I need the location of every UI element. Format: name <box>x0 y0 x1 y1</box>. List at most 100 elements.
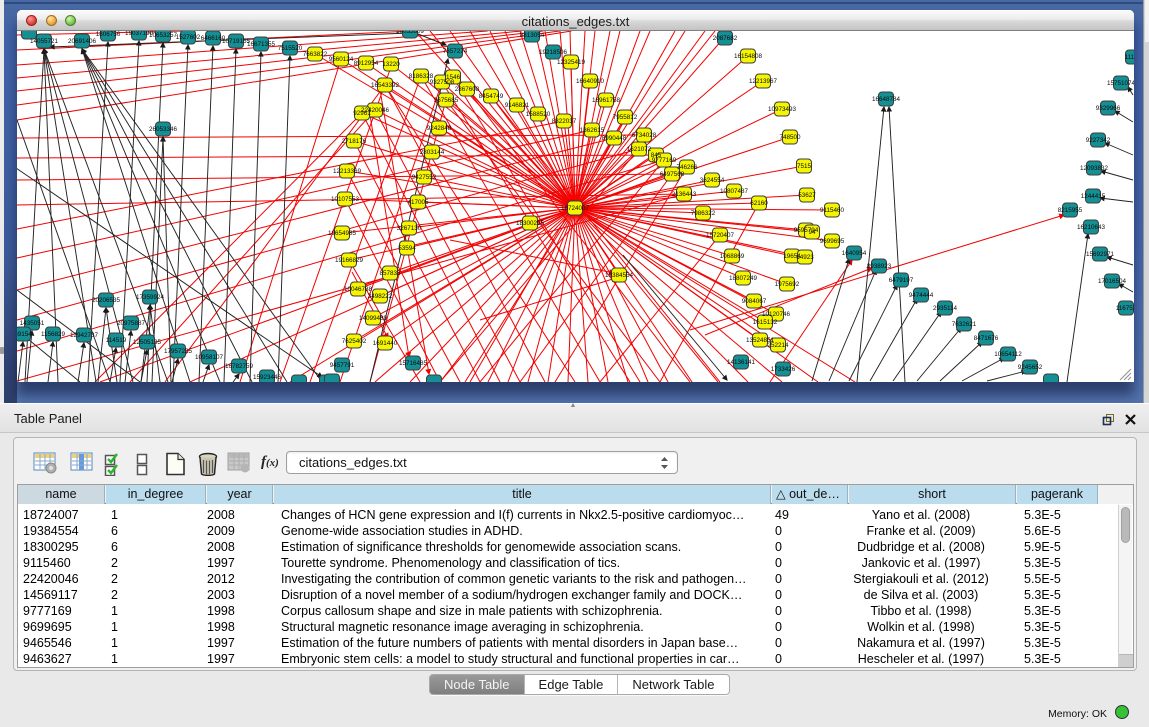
svg-text:9227342: 9227342 <box>1086 137 1111 144</box>
svg-text:39154: 39154 <box>17 331 32 338</box>
svg-text:9457791: 9457791 <box>330 362 355 369</box>
svg-text:6497568: 6497568 <box>660 171 685 178</box>
svg-text:1975692: 1975692 <box>775 281 800 288</box>
svg-text:7357274: 7357274 <box>443 48 468 55</box>
svg-text:9427552: 9427552 <box>412 174 437 181</box>
svg-text:10107553: 10107553 <box>331 196 360 203</box>
svg-text:9699695: 9699695 <box>820 238 845 245</box>
svg-text:1588520: 1588520 <box>526 111 551 118</box>
svg-text:9245652: 9245652 <box>1018 364 1043 371</box>
svg-text:16033809: 16033809 <box>396 31 425 35</box>
svg-text:17957225: 17957225 <box>164 348 193 355</box>
svg-text:9329966: 9329966 <box>1096 105 1121 112</box>
svg-text:16671355: 16671355 <box>247 41 276 48</box>
svg-text:9242848: 9242848 <box>427 125 452 132</box>
svg-text:1733426: 1733426 <box>771 366 796 373</box>
svg-text:8322037: 8322037 <box>552 118 577 125</box>
svg-text:17016504: 17016504 <box>1098 278 1127 285</box>
svg-text:1244415: 1244415 <box>1081 193 1106 200</box>
svg-text:62160: 62160 <box>750 200 768 207</box>
svg-text:8471676: 8471676 <box>974 335 999 342</box>
svg-text:3624554: 3624554 <box>700 177 725 184</box>
svg-text:2867608: 2867608 <box>455 86 480 93</box>
svg-text:10807487: 10807487 <box>720 188 749 195</box>
svg-text:11120: 11120 <box>1125 54 1134 61</box>
svg-text:2136443: 2136443 <box>672 191 697 198</box>
svg-text:2087682: 2087682 <box>713 35 738 42</box>
svg-text:94: 94 <box>808 229 816 236</box>
svg-text:16648784: 16648784 <box>872 96 901 103</box>
svg-text:18300295: 18300295 <box>516 220 545 227</box>
svg-text:9777169: 9777169 <box>652 157 677 164</box>
svg-text:12213369: 12213369 <box>333 168 362 175</box>
svg-text:2718176: 2718176 <box>342 138 367 145</box>
svg-text:92961: 92961 <box>353 110 371 117</box>
svg-text:8990448: 8990448 <box>602 135 627 142</box>
svg-text:14136141: 14136141 <box>727 359 756 366</box>
svg-text:748500: 748500 <box>779 134 801 141</box>
svg-text:1621072: 1621072 <box>627 146 652 153</box>
svg-text:857833: 857833 <box>379 270 401 277</box>
svg-text:1156829: 1156829 <box>41 331 66 338</box>
svg-text:14055721: 14055721 <box>30 38 59 45</box>
svg-text:1615132: 1615132 <box>753 319 778 326</box>
svg-text:7986322: 7986322 <box>691 210 716 217</box>
svg-text:6479197: 6479197 <box>889 277 914 284</box>
svg-text:7663822: 7663822 <box>303 51 328 58</box>
svg-text:16210643: 16210643 <box>1077 224 1106 231</box>
svg-text:2935114: 2935114 <box>933 305 958 312</box>
svg-text:7625402: 7625402 <box>342 338 367 345</box>
svg-text:7515: 7515 <box>797 163 812 170</box>
svg-text:9084067: 9084067 <box>742 298 767 305</box>
svg-text:3498222: 3498222 <box>368 293 393 300</box>
svg-text:14923: 14923 <box>796 254 814 261</box>
svg-text:252214: 252214 <box>767 342 789 349</box>
svg-text:26053346: 26053346 <box>149 126 178 133</box>
svg-text:7632621: 7632621 <box>952 321 977 328</box>
svg-text:20691406: 20691406 <box>68 38 97 45</box>
svg-text:8215955: 8215955 <box>1058 207 1083 214</box>
svg-text:12942737: 12942737 <box>70 332 99 339</box>
svg-text:9115460: 9115460 <box>820 207 845 214</box>
svg-text:20206535: 20206535 <box>92 297 121 304</box>
svg-text:10973493: 10973493 <box>768 106 797 113</box>
svg-text:1068869: 1068869 <box>720 253 745 260</box>
svg-text:10958107: 10958107 <box>195 354 224 361</box>
svg-text:1527602: 1527602 <box>176 34 201 41</box>
svg-text:16640910: 16640910 <box>576 78 605 85</box>
svg-text:1546: 1546 <box>446 74 461 81</box>
svg-text:8938923: 8938923 <box>867 263 892 270</box>
svg-text:1640954: 1640954 <box>842 250 867 257</box>
svg-text:417005: 417005 <box>407 199 429 206</box>
svg-text:3675685: 3675685 <box>434 97 459 104</box>
svg-text:17359924: 17359924 <box>136 294 165 301</box>
svg-text:16782759: 16782759 <box>225 363 254 370</box>
svg-text:1691440: 1691440 <box>373 340 398 347</box>
svg-text:116753: 116753 <box>1116 305 1134 312</box>
svg-text:8454749: 8454749 <box>479 93 504 100</box>
svg-text:12213967: 12213967 <box>749 78 778 85</box>
svg-text:746266: 746266 <box>676 164 698 171</box>
svg-text:6734028: 6734028 <box>632 132 657 139</box>
svg-text:14099489: 14099489 <box>359 315 388 322</box>
svg-text:3267130: 3267130 <box>397 225 422 232</box>
svg-text:19384554: 19384554 <box>605 272 634 279</box>
svg-text:9560124: 9560124 <box>329 56 354 63</box>
svg-text:18807249: 18807249 <box>729 275 758 282</box>
svg-text:15692971: 15692971 <box>1086 251 1115 258</box>
svg-text:13220: 13220 <box>382 61 400 68</box>
svg-text:8813054: 8813054 <box>520 32 545 39</box>
svg-text:15751074: 15751074 <box>1107 80 1134 87</box>
svg-text:19166829: 19166829 <box>335 257 364 264</box>
svg-text:9474444: 9474444 <box>909 292 934 299</box>
svg-text:8912954: 8912954 <box>354 60 379 67</box>
svg-text:10046788: 10046788 <box>344 286 373 293</box>
svg-text:19218506: 19218506 <box>539 49 568 56</box>
svg-text:15716485: 15716485 <box>399 360 428 367</box>
svg-text:114519: 114519 <box>106 337 127 344</box>
svg-text:16961758: 16961758 <box>592 97 621 104</box>
svg-text:10120746: 10120746 <box>762 311 791 318</box>
svg-text:1435051: 1435051 <box>20 320 45 327</box>
svg-text:15923446: 15923446 <box>253 374 282 381</box>
svg-text:1806756: 1806756 <box>96 31 121 38</box>
